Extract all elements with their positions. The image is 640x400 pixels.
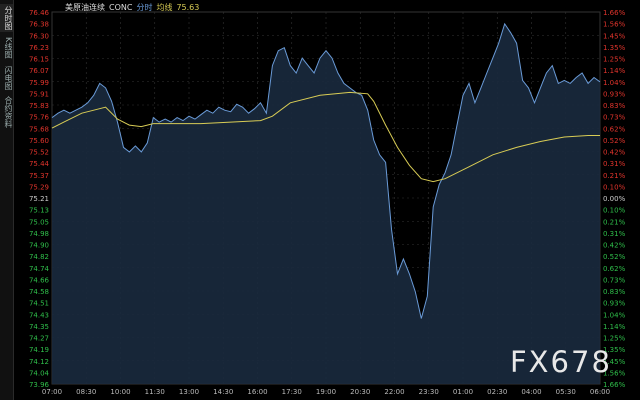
pct-tick-label: 0.31% [603,160,626,168]
y-tick-label: 74.74 [29,265,50,273]
pct-tick-label: 1.25% [603,335,626,343]
pct-tick-label: 1.04% [603,79,626,87]
pct-tick-label: 0.73% [603,276,626,284]
y-tick-label: 75.21 [29,195,49,203]
x-tick-label: 20:30 [350,388,370,396]
y-tick-label: 75.05 [29,218,49,226]
pct-tick-label: 0.21% [603,172,626,180]
y-tick-label: 74.51 [29,300,49,308]
y-tick-label: 75.60 [29,137,49,145]
x-tick-label: 13:00 [179,388,199,396]
pct-tick-label: 0.62% [603,125,626,133]
x-tick-label: 08:30 [76,388,96,396]
pct-tick-label: 0.10% [603,183,626,191]
avg-value: 75.63 [176,3,200,12]
pct-tick-label: 0.93% [603,90,626,98]
price-chart: 76.46 1.66% 76.38 1.56% 76.30 1.45% 76.23 1.35%… [29,9,626,396]
y-tick-label: 74.27 [29,335,49,343]
x-tick-label: 04:00 [521,388,541,396]
y-tick-label: 75.29 [29,183,49,191]
x-tick-label: 16:00 [247,388,267,396]
x-tick-label: 17:30 [282,388,302,396]
pct-tick-label: 0.62% [603,265,626,273]
x-tick-label: 11:30 [145,388,165,396]
instrument-name: 美原油连续 [65,3,105,12]
pct-tick-label: 1.14% [603,67,626,75]
y-tick-label: 75.83 [29,102,49,110]
y-tick-label: 75.68 [29,125,49,133]
y-tick-label: 74.19 [29,346,49,354]
pct-tick-label: 1.56% [603,21,626,29]
y-tick-label: 74.04 [29,369,50,377]
x-tick-label: 22:00 [384,388,404,396]
y-tick-label: 75.37 [29,172,49,180]
pct-tick-label: 1.04% [603,311,626,319]
y-tick-label: 76.38 [29,21,49,29]
pct-tick-label: 1.66% [603,9,626,17]
x-tick-label: 02:30 [487,388,507,396]
y-tick-label: 74.43 [29,311,49,319]
y-tick-label: 76.30 [29,32,49,40]
pct-tick-label: 1.35% [603,44,626,52]
pct-tick-label: 0.52% [603,137,626,145]
y-tick-label: 75.44 [29,160,50,168]
pct-tick-label: 0.52% [603,253,626,261]
pct-tick-label: 0.21% [603,218,626,226]
pct-tick-label: 1.45% [603,32,626,40]
y-tick-label: 75.76 [29,114,50,122]
price-area [52,23,600,385]
x-tick-label: 23:30 [419,388,439,396]
y-tick-label: 75.99 [29,79,49,87]
y-tick-label: 76.23 [29,44,49,52]
mode-label: 分时 [136,3,153,12]
x-tick-label: 10:00 [110,388,130,396]
y-tick-label: 74.12 [29,358,49,366]
y-tick-label: 76.07 [29,67,49,75]
pct-tick-label: 0.42% [603,149,626,157]
pct-tick-label: 1.14% [603,323,626,331]
x-tick-label: 07:00 [42,388,62,396]
avg-label: 均线 [156,3,173,12]
pct-tick-label: 0.00% [603,195,626,203]
pct-tick-label: 0.73% [603,114,626,122]
x-tick-label: 01:00 [453,388,473,396]
y-tick-label: 76.46 [29,9,50,17]
y-tick-label: 76.15 [29,56,49,64]
watermark-logo: FX678 [510,345,612,379]
y-tick-label: 74.35 [29,323,49,331]
chart-header: 美原油连续 CONC 分时 均线 75.63 [65,2,203,13]
y-tick-label: 74.58 [29,288,49,296]
x-tick-label: 06:00 [590,388,610,396]
x-tick-label: 14:30 [213,388,233,396]
pct-tick-label: 0.10% [603,207,626,215]
y-tick-label: 75.52 [29,149,49,157]
y-tick-label: 74.66 [29,276,50,284]
pct-tick-label: 0.42% [603,242,626,250]
y-tick-label: 75.91 [29,90,49,98]
y-tick-label: 74.98 [29,230,49,238]
x-tick-label: 19:00 [316,388,336,396]
x-tick-label: 05:30 [556,388,576,396]
pct-tick-label: 0.31% [603,230,626,238]
pct-tick-label: 1.25% [603,56,626,64]
y-tick-label: 74.90 [29,242,49,250]
pct-tick-label: 0.83% [603,102,626,110]
instrument-symbol: CONC [109,3,133,12]
y-tick-label: 75.13 [29,207,49,215]
pct-tick-label: 0.93% [603,300,626,308]
y-tick-label: 74.82 [29,253,49,261]
pct-tick-label: 0.83% [603,288,626,296]
